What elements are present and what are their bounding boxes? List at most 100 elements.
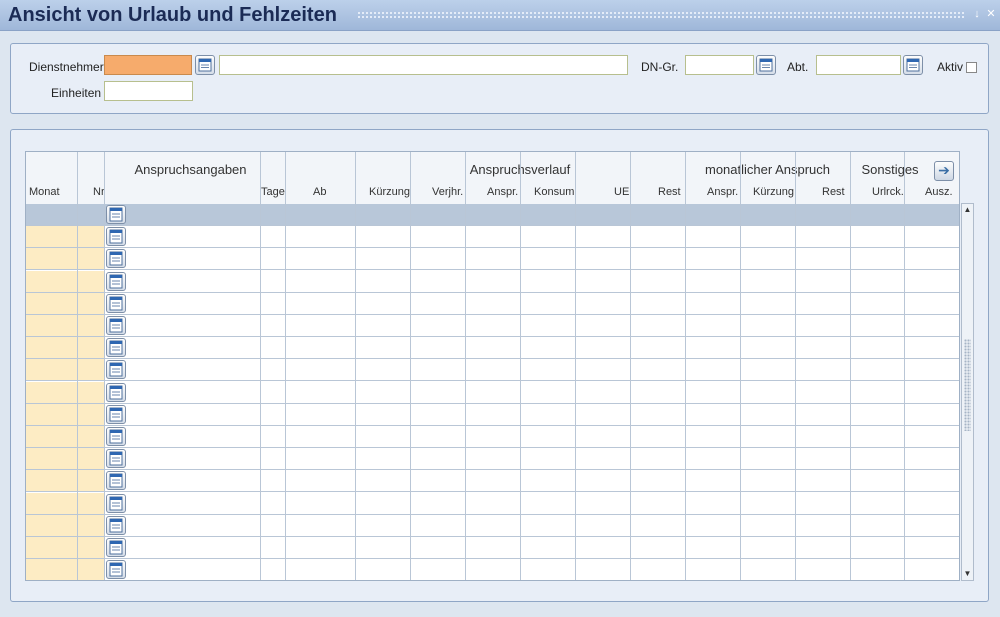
row-lookup-button[interactable]: [106, 427, 126, 446]
row-lookup-button[interactable]: [106, 538, 126, 557]
table-row[interactable]: [26, 448, 959, 471]
nr-cell[interactable]: [77, 514, 104, 536]
title-grip[interactable]: [357, 11, 965, 19]
monat-cell[interactable]: [26, 248, 77, 270]
arrow-right-icon[interactable]: ➔: [934, 161, 954, 181]
nr-cell[interactable]: [77, 381, 104, 403]
column-header[interactable]: Anspr.: [487, 186, 518, 198]
dngr-lookup-button[interactable]: [756, 55, 776, 75]
column-header[interactable]: Anspr.: [707, 186, 738, 198]
nr-cell[interactable]: [77, 359, 104, 381]
abt-lookup-button[interactable]: [903, 55, 923, 75]
table-row[interactable]: [26, 226, 959, 249]
table-row[interactable]: [26, 337, 959, 360]
einheiten-field[interactable]: [104, 81, 193, 101]
nr-cell[interactable]: [77, 470, 104, 492]
monat-cell[interactable]: [26, 559, 77, 580]
table-row[interactable]: [26, 426, 959, 448]
nr-cell[interactable]: [77, 537, 104, 558]
monat-cell[interactable]: [26, 270, 77, 292]
nr-cell[interactable]: [77, 559, 104, 580]
nr-cell[interactable]: [77, 315, 104, 336]
row-lookup-button[interactable]: [106, 227, 126, 247]
dienstnehmer-field[interactable]: [104, 55, 192, 75]
column-header[interactable]: Monat: [29, 186, 60, 198]
table-row[interactable]: [26, 248, 959, 271]
nr-cell[interactable]: [77, 403, 104, 425]
scroll-down-icon[interactable]: ▼: [962, 568, 973, 580]
nr-cell[interactable]: [77, 292, 104, 314]
monat-cell[interactable]: [26, 492, 77, 514]
aktiv-checkbox[interactable]: [966, 62, 977, 73]
minimize-icon[interactable]: ↓: [971, 7, 983, 21]
column-header[interactable]: Nr: [93, 186, 105, 198]
row-lookup-button[interactable]: [106, 471, 126, 491]
monat-cell[interactable]: [26, 381, 77, 403]
nr-cell[interactable]: [77, 270, 104, 292]
row-lookup-button[interactable]: [106, 338, 126, 358]
table-row[interactable]: [26, 270, 959, 293]
monat-cell[interactable]: [26, 315, 77, 336]
table-row[interactable]: [26, 514, 959, 537]
nr-cell[interactable]: [77, 226, 104, 248]
nr-cell[interactable]: [77, 426, 104, 447]
column-header[interactable]: Kürzung: [753, 186, 794, 198]
nr-cell[interactable]: [77, 337, 104, 359]
column-header[interactable]: Verjhr.: [432, 186, 463, 198]
row-lookup-button[interactable]: [106, 316, 126, 335]
row-lookup-button[interactable]: [106, 360, 126, 380]
row-lookup-button[interactable]: [106, 404, 126, 424]
nr-cell[interactable]: [77, 248, 104, 270]
row-lookup-button[interactable]: [106, 515, 126, 535]
monat-cell[interactable]: [26, 204, 77, 225]
column-header[interactable]: Kürzung: [369, 186, 410, 198]
monat-cell[interactable]: [26, 292, 77, 314]
nr-cell[interactable]: [77, 492, 104, 514]
column-header[interactable]: UE: [614, 186, 629, 198]
dienstnehmer-lookup-button[interactable]: [195, 55, 215, 75]
row-lookup-button[interactable]: [106, 560, 126, 580]
monat-cell[interactable]: [26, 226, 77, 248]
dienstnehmer-name-field[interactable]: [219, 55, 628, 75]
scroll-up-icon[interactable]: ▲: [962, 204, 973, 216]
column-header[interactable]: Ab: [313, 186, 326, 198]
close-icon[interactable]: ✕: [985, 7, 997, 21]
row-lookup-button[interactable]: [106, 205, 126, 224]
table-row[interactable]: [26, 559, 959, 580]
table-row[interactable]: [26, 204, 959, 226]
table-row[interactable]: [26, 381, 959, 404]
table-row[interactable]: [26, 403, 959, 426]
nr-cell[interactable]: [77, 204, 104, 225]
column-header[interactable]: Rest: [822, 186, 845, 198]
scroll-grip[interactable]: [964, 339, 971, 431]
monat-cell[interactable]: [26, 359, 77, 381]
row-lookup-button[interactable]: [106, 449, 126, 469]
monat-cell[interactable]: [26, 470, 77, 492]
column-header[interactable]: Tage: [261, 186, 285, 198]
row-lookup-button[interactable]: [106, 249, 126, 269]
row-lookup-button[interactable]: [106, 293, 126, 313]
row-lookup-button[interactable]: [106, 382, 126, 402]
monat-cell[interactable]: [26, 337, 77, 359]
table-row[interactable]: [26, 537, 959, 559]
monat-cell[interactable]: [26, 426, 77, 447]
table-row[interactable]: [26, 359, 959, 382]
dngr-field[interactable]: [685, 55, 754, 75]
column-header[interactable]: Rest: [658, 186, 681, 198]
vertical-scrollbar[interactable]: ▲ ▼: [961, 203, 974, 581]
column-header[interactable]: Urlrck.: [872, 186, 904, 198]
row-lookup-button[interactable]: [106, 271, 126, 291]
table-row[interactable]: [26, 470, 959, 493]
table-row[interactable]: [26, 315, 959, 337]
row-lookup-button[interactable]: [106, 493, 126, 513]
monat-cell[interactable]: [26, 448, 77, 470]
column-header[interactable]: Konsum: [534, 186, 574, 198]
monat-cell[interactable]: [26, 514, 77, 536]
abt-field[interactable]: [816, 55, 901, 75]
nr-cell[interactable]: [77, 448, 104, 470]
table-row[interactable]: [26, 292, 959, 315]
monat-cell[interactable]: [26, 537, 77, 558]
column-header[interactable]: Ausz.: [925, 186, 953, 198]
monat-cell[interactable]: [26, 403, 77, 425]
table-row[interactable]: [26, 492, 959, 515]
